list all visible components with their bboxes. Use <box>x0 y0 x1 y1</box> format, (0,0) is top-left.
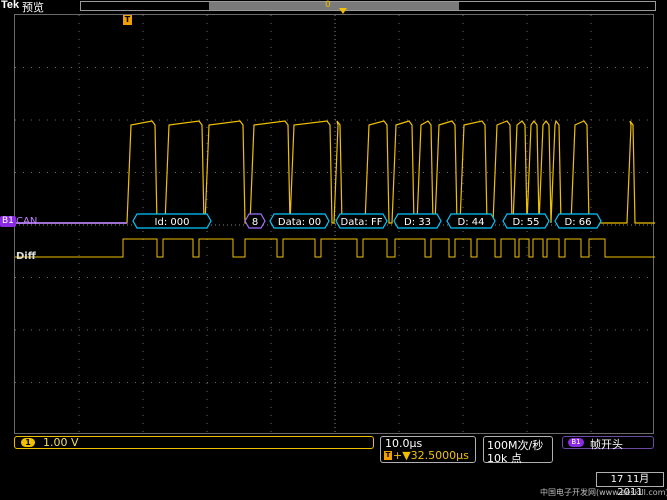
trigger-icon: T <box>384 451 392 460</box>
status-bar: Tek 预览 0 <box>0 0 667 14</box>
decode-frame[interactable]: D: 55 <box>502 213 550 229</box>
bus-badge: B1 <box>568 438 584 447</box>
brand-logo: Tek <box>1 0 20 11</box>
can-bus-label: CAN <box>16 216 38 227</box>
bus-b1-tag[interactable]: B1 <box>0 216 16 227</box>
acquisition-mode: 预览 <box>22 1 44 14</box>
decode-frame-label: Data: FF <box>341 217 383 228</box>
settings-readout: 1 1.00 V 10.0µs T +▼32.5000µs 100M次/秒 10… <box>0 434 667 500</box>
channel1-scale: 1.00 V <box>43 436 79 449</box>
decode-frame-label: D: 44 <box>458 217 485 228</box>
trigger-point-icon[interactable]: T <box>123 15 132 25</box>
decode-frame[interactable]: Id: 000 <box>132 213 212 229</box>
diff-signal-label: Diff <box>16 251 36 262</box>
decode-frame-label: 8 <box>252 217 258 228</box>
acquisition-panel[interactable]: 100M次/秒 10k 点 <box>483 436 553 465</box>
waveform-display: Id: 000 8 Data: 00 Data: FF D: 33 D: 44 D: 55 D… <box>15 15 655 435</box>
decode-frame-label: Data: 00 <box>278 217 321 228</box>
decode-frame[interactable]: D: 66 <box>554 213 602 229</box>
decode-frame[interactable]: 8 <box>244 213 266 229</box>
channel1-panel[interactable]: 1 1.00 V <box>14 436 374 449</box>
horizontal-panel[interactable]: 10.0µs T +▼32.5000µs <box>380 436 476 463</box>
watermark: 中国电子开发网(www.eeskill.com) <box>540 488 667 497</box>
decode-frame[interactable]: D: 44 <box>446 213 496 229</box>
trigger-position: +▼32.5000µs <box>393 449 469 462</box>
bus-trigger-type: 帧开头 <box>590 438 623 451</box>
zero-marker-label: 0 <box>325 0 331 10</box>
bus-trigger-panel[interactable]: B1 帧开头 <box>562 436 654 451</box>
channel1-badge: 1 <box>21 438 35 447</box>
decode-frame[interactable]: Data: 00 <box>269 213 330 229</box>
decode-frame-label: Id: 000 <box>155 217 190 228</box>
decode-frame-label: D: 66 <box>565 217 592 228</box>
record-view-window[interactable] <box>209 2 459 10</box>
waveform-graticule[interactable]: Id: 000 8 Data: 00 Data: FF D: 33 D: 44 D: 55 D… <box>14 14 655 435</box>
record-length: 10k 点 <box>487 452 522 465</box>
decode-frame-label: D: 55 <box>513 217 540 228</box>
decode-frame[interactable]: D: 33 <box>393 213 442 229</box>
date-display: 17 11月 2011 <box>596 472 664 498</box>
record-overview-bar[interactable]: 0 <box>80 0 656 14</box>
decode-frame-label: D: 33 <box>404 217 431 228</box>
decode-frame[interactable]: Data: FF <box>335 213 388 229</box>
